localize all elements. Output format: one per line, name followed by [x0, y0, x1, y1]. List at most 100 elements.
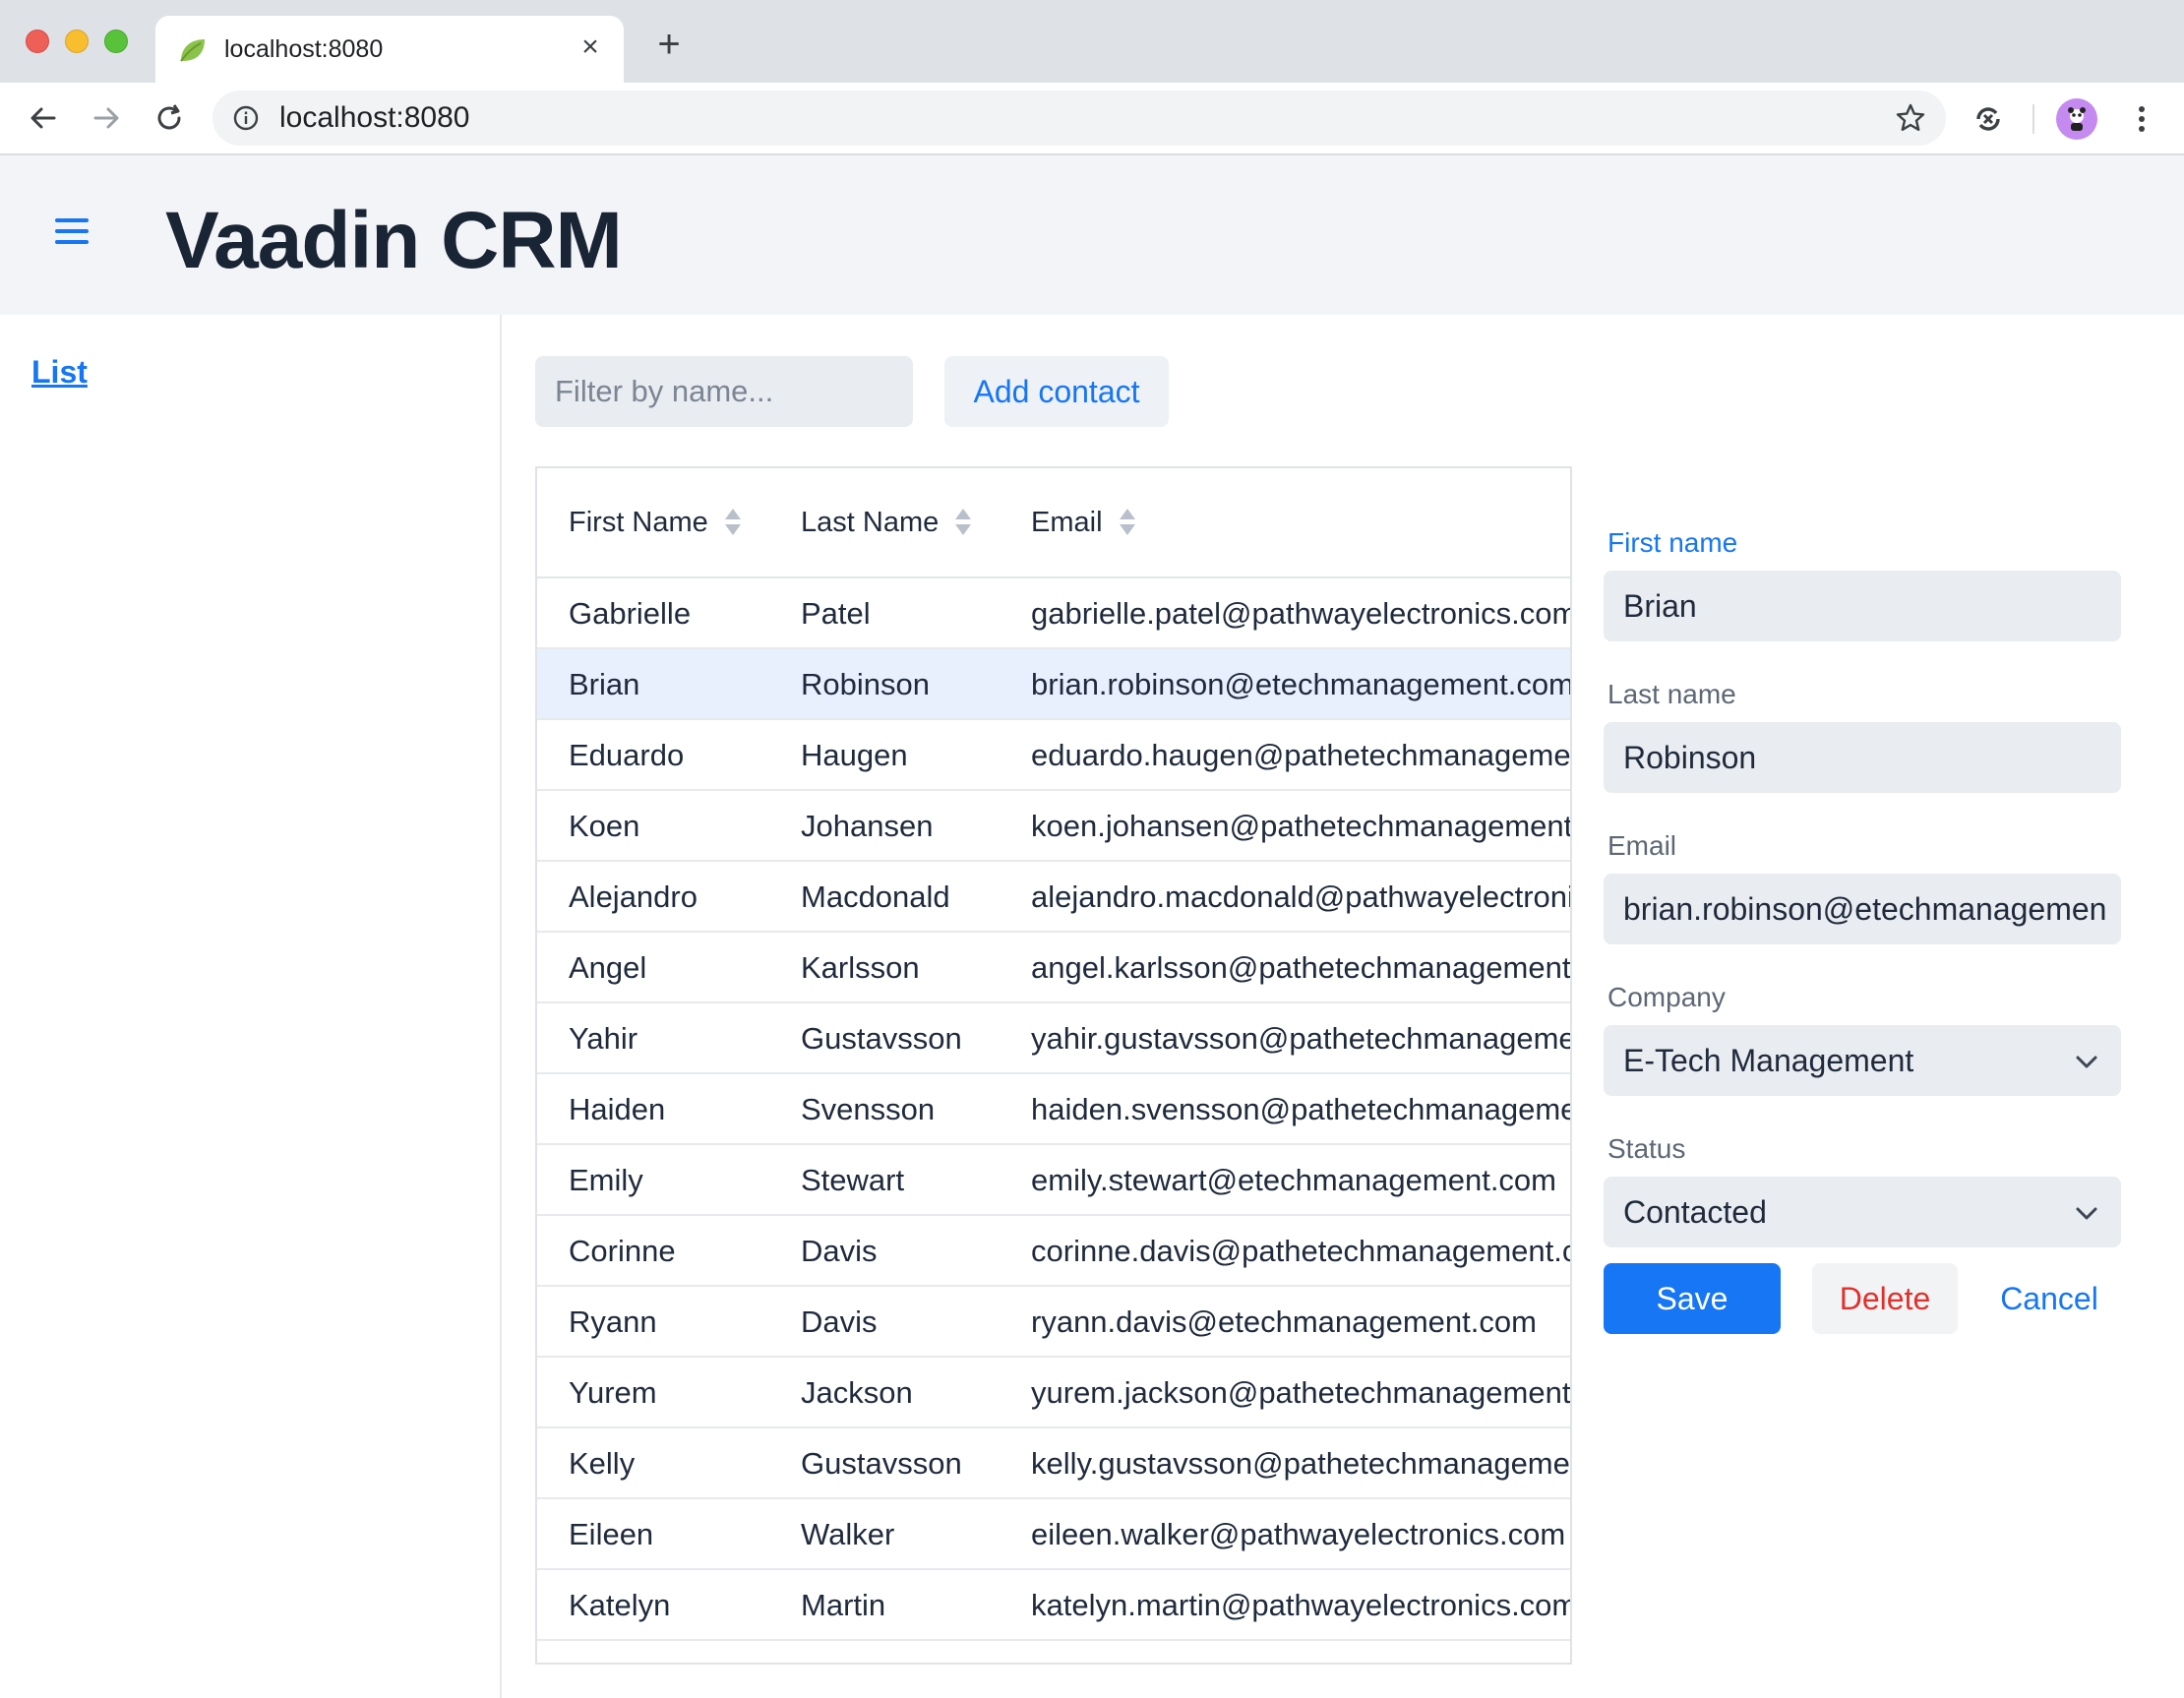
cell-last-name: Johansen [801, 809, 934, 843]
table-row[interactable]: Kelly Gustavsson kelly.gustavsson@pathetec… [537, 1428, 1570, 1499]
cell-email: gabrielle.patel@pathwayelectronics.com [1031, 596, 1572, 631]
drawer-link-list[interactable]: List [31, 354, 88, 391]
add-contact-button[interactable]: Add contact [944, 356, 1169, 427]
table-row[interactable]: Angel Karlsson angel.karlsson@pathetechman… [537, 933, 1570, 1003]
cell-last-name: Jackson [801, 1375, 913, 1410]
company-select[interactable]: E-Tech Management [1604, 1025, 2121, 1096]
table-row[interactable]: Katelyn Martin katelyn.martin@pathwayelect… [537, 1570, 1570, 1641]
column-header-email[interactable]: Email [1031, 506, 1136, 539]
column-header-label: Email [1031, 507, 1103, 538]
reload-icon[interactable] [150, 98, 189, 138]
delete-button[interactable]: Delete [1812, 1263, 1958, 1334]
column-header-label: Last Name [801, 507, 940, 538]
filter-input[interactable] [535, 356, 913, 427]
profile-avatar[interactable] [2056, 98, 2097, 140]
cell-email: katelyn.martin@pathwayelectronics.com [1031, 1588, 1572, 1622]
table-row[interactable]: Eileen Walker eileen.walker@pathwayelectro… [537, 1499, 1570, 1570]
cell-email: angel.karlsson@pathetechmanagement [1031, 950, 1571, 985]
app-header: Vaadin CRM [0, 155, 2184, 315]
address-bar[interactable]: localhost:8080 [212, 91, 1946, 146]
cell-email: koen.johansen@pathetechmanagement [1031, 809, 1572, 843]
tab-close-icon[interactable]: × [575, 31, 606, 63]
table-row[interactable]: Koen Johansen koen.johansen@pathetechmanag… [537, 791, 1570, 862]
side-drawer: List [0, 315, 502, 1698]
cell-first-name: Brian [569, 667, 640, 701]
cell-last-name: Karlsson [801, 950, 920, 985]
first-name-label: First name [1608, 527, 1738, 558]
window-minimize-button[interactable] [65, 30, 89, 53]
cell-last-name: Martin [801, 1588, 886, 1622]
table-row[interactable]: Emily Stewart emily.stewart@etechmanagemen… [537, 1145, 1570, 1216]
save-button[interactable]: Save [1604, 1263, 1781, 1334]
table-row-selected[interactable]: Brian Robinson brian.robinson@etechmanagem… [537, 649, 1570, 720]
table-row[interactable]: Gabrielle Patel gabrielle.patel@pathwayele… [537, 578, 1570, 649]
company-label: Company [1608, 982, 1726, 1012]
status-label: Status [1608, 1133, 1686, 1164]
table-row[interactable]: Alejandro Macdonald alejandro.macdonald@pa… [537, 862, 1570, 933]
cell-first-name: Katelyn [569, 1588, 671, 1622]
grid-body: Gabrielle Patel gabrielle.patel@pathwayele… [537, 578, 1570, 1641]
bookmark-star-icon[interactable] [1895, 102, 1926, 134]
cancel-button[interactable]: Cancel [1985, 1263, 2113, 1334]
cell-first-name: Angel [569, 950, 647, 985]
cell-email: emily.stewart@etechmanagement.com [1031, 1163, 1556, 1197]
cell-first-name: Corinne [569, 1234, 676, 1268]
cell-email: ryann.davis@etechmanagement.com [1031, 1304, 1537, 1339]
cell-email: corinne.davis@pathetechmanagement.c [1031, 1234, 1572, 1268]
site-info-icon[interactable] [232, 104, 260, 132]
sort-icon[interactable] [954, 508, 972, 537]
column-header-last-name[interactable]: Last Name [801, 506, 972, 539]
cell-first-name: Kelly [569, 1446, 636, 1481]
browser-tab-bar: localhost:8080 × + [0, 0, 2184, 83]
table-row[interactable]: Yurem Jackson yurem.jackson@pathetechmanag… [537, 1358, 1570, 1428]
cell-email: yahir.gustavsson@pathetechmanageme [1031, 1021, 1572, 1056]
browser-menu-icon[interactable] [2123, 100, 2160, 138]
toolbar-separator [2032, 104, 2034, 134]
status-select-value: Contacted [1623, 1194, 1767, 1230]
cell-email: eduardo.haugen@pathetechmanageme [1031, 738, 1571, 772]
column-header-first-name[interactable]: First Name [569, 506, 742, 539]
cell-last-name: Svensson [801, 1092, 936, 1126]
extension-sync-icon[interactable] [1970, 100, 2007, 138]
last-name-field[interactable]: Robinson [1604, 722, 2121, 793]
window-maximize-button[interactable] [104, 30, 128, 53]
company-select-value: E-Tech Management [1623, 1043, 1914, 1078]
forward-arrow-icon[interactable] [87, 98, 126, 138]
cell-email: haiden.svensson@pathetechmanageme [1031, 1092, 1572, 1126]
chevron-down-icon[interactable] [2074, 1049, 2099, 1074]
cell-first-name: Yahir [569, 1021, 638, 1056]
cell-last-name: Stewart [801, 1163, 905, 1197]
cell-email: brian.robinson@etechmanagement.com [1031, 667, 1572, 701]
first-name-field[interactable]: Brian [1604, 571, 2121, 641]
cell-first-name: Koen [569, 809, 640, 843]
table-row[interactable]: Corinne Davis corinne.davis@pathetechmanag… [537, 1216, 1570, 1287]
chevron-down-icon[interactable] [2074, 1200, 2099, 1226]
cell-first-name: Ryann [569, 1304, 657, 1339]
last-name-label: Last name [1608, 679, 1736, 709]
browser-tab-active[interactable]: localhost:8080 × [155, 16, 624, 83]
table-row[interactable]: Haiden Svensson haiden.svensson@pathetechm… [537, 1074, 1570, 1145]
table-row[interactable]: Ryann Davis ryann.davis@etechmanagement.co… [537, 1287, 1570, 1358]
window-close-button[interactable] [26, 30, 49, 53]
menu-toggle-icon[interactable] [55, 218, 94, 250]
cell-last-name: Robinson [801, 667, 930, 701]
sort-icon[interactable] [724, 508, 742, 537]
cell-last-name: Macdonald [801, 879, 950, 914]
new-tab-icon[interactable]: + [651, 25, 687, 64]
table-row[interactable]: Eduardo Haugen eduardo.haugen@pathetechman… [537, 720, 1570, 791]
back-arrow-icon[interactable] [24, 98, 63, 138]
sort-icon[interactable] [1119, 508, 1136, 537]
contacts-grid: First Name Last Name Email Gabrielle Pate… [535, 466, 1572, 1665]
cell-last-name: Patel [801, 596, 871, 631]
page-title: Vaadin CRM [165, 196, 623, 285]
status-select[interactable]: Contacted [1604, 1177, 2121, 1247]
spring-leaf-icon [180, 39, 205, 62]
cell-first-name: Alejandro [569, 879, 698, 914]
email-field[interactable]: brian.robinson@etechmanagemen [1604, 874, 2121, 944]
cell-first-name: Yurem [569, 1375, 657, 1410]
table-row[interactable]: Yahir Gustavsson yahir.gustavsson@pathetec… [537, 1003, 1570, 1074]
cell-last-name: Davis [801, 1234, 878, 1268]
cell-last-name: Walker [801, 1517, 895, 1551]
column-header-label: First Name [569, 507, 708, 538]
browser-toolbar: localhost:8080 [0, 83, 2184, 155]
